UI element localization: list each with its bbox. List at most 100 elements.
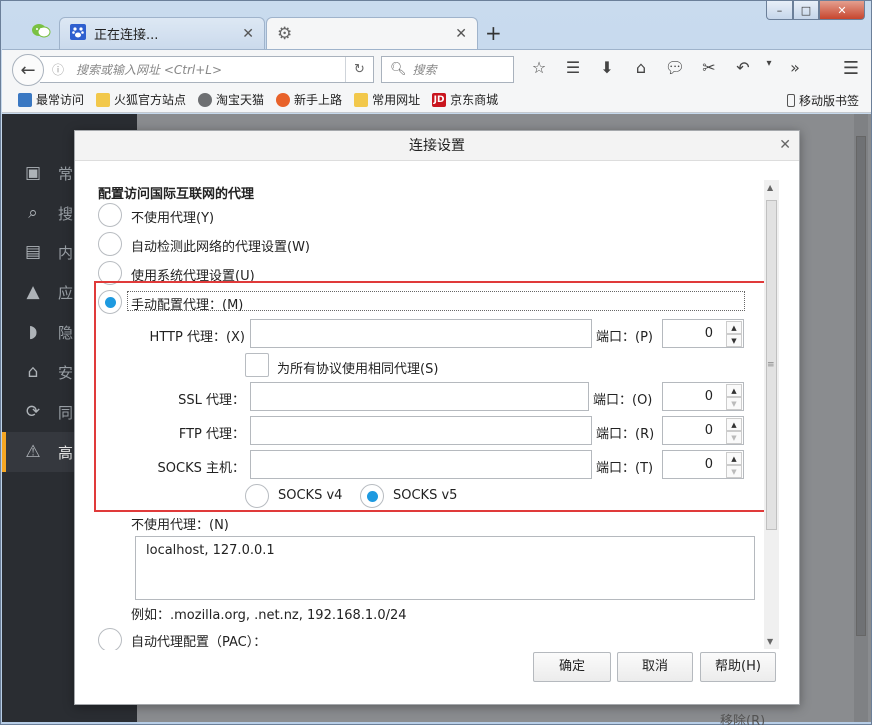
gear-icon: ⚙: [277, 24, 293, 44]
tab-close-icon[interactable]: ✕: [455, 26, 467, 42]
ftp-proxy-label: FTP 代理：: [178, 427, 245, 442]
screenshot-icon[interactable]: ✂: [692, 58, 726, 77]
radio-auto-pac[interactable]: [98, 628, 122, 650]
browser-window: – □ ✕ 正在连接... ✕ ⚙ ✕ + ⓘ 搜索或输入网址 <Ctrl+L>…: [0, 0, 872, 725]
url-input[interactable]: 搜索或输入网址 <Ctrl+L>: [76, 61, 222, 78]
home-icon[interactable]: ⌂: [624, 58, 658, 77]
radio-auto-detect[interactable]: [98, 232, 122, 256]
spin-up-icon[interactable]: ▲: [726, 321, 742, 334]
sidebar-item-advanced[interactable]: ⚠ 高: [22, 437, 82, 467]
ssl-proxy-input[interactable]: [250, 382, 589, 411]
bookmark-getting-started[interactable]: 新手上路: [276, 91, 342, 108]
tab-wechat[interactable]: [21, 17, 61, 49]
socks-port-label: 端口：(T): [596, 461, 654, 476]
most-visited-icon: [18, 92, 32, 107]
minimize-button[interactable]: –: [766, 1, 793, 20]
radio-socks-v4[interactable]: [245, 484, 269, 508]
same-proxy-checkbox[interactable]: [245, 353, 269, 377]
spin-down-icon[interactable]: ▼: [726, 431, 742, 444]
sidebar-item-privacy[interactable]: ◗ 隐: [22, 317, 82, 347]
ssl-port-label: 端口：(O): [593, 393, 653, 408]
bookmark-firefox-official[interactable]: 火狐官方站点: [96, 91, 186, 108]
folder-icon: [96, 92, 111, 107]
chat-icon[interactable]: 💬︎: [658, 58, 692, 77]
tab-options[interactable]: ⚙ ✕: [266, 17, 478, 50]
back-button[interactable]: ←: [12, 54, 44, 86]
sidebar-item-security[interactable]: ⌂ 安: [22, 357, 82, 387]
spin-up-icon[interactable]: ▲: [726, 452, 742, 465]
dialog-close-icon[interactable]: ✕: [779, 137, 791, 153]
cancel-button[interactable]: 取消: [617, 652, 693, 682]
dialog-content: 配置访问国际互联网的代理 不使用代理(Y) 自动检测此网络的代理设置(W) 使用…: [75, 162, 765, 650]
radio-socks-v5[interactable]: [360, 484, 384, 508]
spin-down-icon[interactable]: ▼: [726, 465, 742, 478]
http-port-label: 端口：(P): [596, 330, 653, 345]
reload-icon[interactable]: ↻: [345, 57, 373, 82]
ok-button[interactable]: 确定: [533, 652, 611, 682]
socks-host-input[interactable]: [250, 450, 592, 479]
search-input[interactable]: 搜索: [413, 61, 437, 78]
wizard-hat-icon: ⚠: [25, 442, 41, 462]
socks-port-stepper[interactable]: 0 ▲ ▼: [662, 450, 744, 479]
spin-down-icon[interactable]: ▼: [726, 397, 742, 410]
maximize-button[interactable]: □: [793, 1, 819, 20]
document-icon: ▤: [24, 242, 42, 262]
bookmark-taobao[interactable]: 淘宝天猫: [198, 91, 264, 108]
tab-connecting[interactable]: 正在连接... ✕: [59, 17, 265, 49]
radio-manual-proxy[interactable]: [98, 290, 122, 314]
download-icon[interactable]: ⬇: [590, 58, 624, 77]
socks-port-value: 0: [704, 457, 713, 472]
search-icon: 🔍︎: [390, 62, 407, 77]
spin-up-icon[interactable]: ▲: [726, 418, 742, 431]
dialog-scrollbar[interactable]: ▲ ≡ ▼: [764, 180, 779, 649]
radio-auto-pac-label: 自动代理配置（PAC）：: [131, 635, 267, 650]
sidebar-item-sync[interactable]: ⟳ 同: [22, 397, 82, 427]
undo-icon[interactable]: ↶: [726, 58, 760, 77]
firefox-icon: [276, 92, 291, 107]
connection-settings-dialog: 连接设置 ✕ 配置访问国际互联网的代理 不使用代理(Y) 自动检测此网络的代理设…: [74, 130, 800, 705]
spin-down-icon[interactable]: ▼: [726, 334, 742, 347]
ftp-port-value: 0: [704, 423, 713, 438]
bookmark-common-sites[interactable]: 常用网址: [354, 91, 420, 108]
bookmark-star-icon[interactable]: ☆: [522, 58, 556, 77]
sidebar-item-label: 内: [58, 243, 74, 262]
http-port-value: 0: [704, 326, 713, 341]
bookmark-jd[interactable]: JD 京东商城: [432, 91, 498, 108]
scroll-up-icon[interactable]: ▲: [767, 183, 773, 192]
scroll-down-icon[interactable]: ▼: [767, 637, 773, 646]
identity-icon[interactable]: ⓘ: [52, 61, 64, 78]
folder-icon: [354, 92, 369, 107]
tab-close-icon[interactable]: ✕: [242, 26, 254, 42]
mobile-bookmarks-label: 移动版书签: [798, 94, 859, 108]
reading-list-icon[interactable]: ☰: [556, 58, 590, 77]
overflow-chevron-icon[interactable]: »: [778, 58, 812, 77]
new-tab-button[interactable]: +: [485, 21, 502, 45]
help-button[interactable]: 帮助(H): [700, 652, 776, 682]
ftp-port-stepper[interactable]: 0 ▲ ▼: [662, 416, 744, 445]
http-port-stepper[interactable]: 0 ▲ ▼: [662, 319, 744, 348]
close-window-button[interactable]: ✕: [819, 1, 865, 20]
spin-up-icon[interactable]: ▲: [726, 384, 742, 397]
page-scrollbar-thumb[interactable]: [856, 136, 866, 636]
ftp-port-label: 端口：(R): [596, 427, 655, 442]
socks-host-label: SOCKS 主机：: [157, 461, 245, 476]
no-proxy-for-textarea[interactable]: localhost, 127.0.0.1: [135, 536, 755, 600]
radio-socks-v5-label: SOCKS v5: [393, 488, 458, 503]
mobile-bookmarks[interactable]: 移动版书签: [786, 92, 859, 109]
bookmark-most-visited[interactable]: 最常访问: [18, 91, 84, 108]
hamburger-menu-icon[interactable]: ☰: [843, 58, 859, 79]
url-bar[interactable]: ⓘ 搜索或输入网址 <Ctrl+L> ↻: [40, 56, 374, 83]
search-bar[interactable]: 🔍︎ 搜索: [381, 56, 514, 83]
undo-dropdown-icon[interactable]: ▾: [760, 58, 778, 77]
page-scrollbar[interactable]: [854, 114, 868, 722]
ssl-port-stepper[interactable]: 0 ▲ ▼: [662, 382, 744, 411]
radio-no-proxy[interactable]: [98, 203, 122, 227]
sidebar-item-content[interactable]: ▤ 内: [22, 237, 82, 267]
ftp-proxy-input[interactable]: [250, 416, 592, 445]
http-proxy-input[interactable]: [250, 319, 592, 348]
sidebar-item-search[interactable]: ⌕ 搜: [22, 198, 82, 228]
remove-button[interactable]: 移除(R): [720, 710, 765, 725]
sidebar-item-applications[interactable]: ▲ 应: [22, 277, 82, 307]
bookmark-label: 最常访问: [36, 93, 85, 107]
sidebar-item-general[interactable]: ▣ 常: [22, 158, 82, 188]
